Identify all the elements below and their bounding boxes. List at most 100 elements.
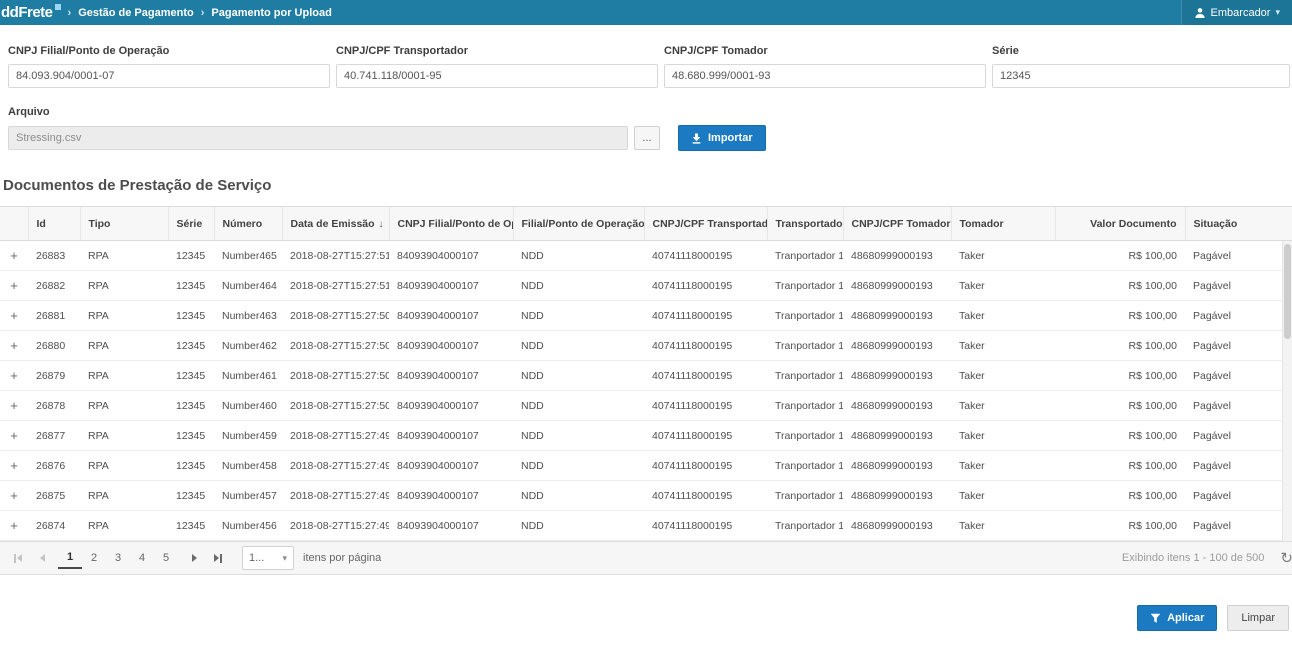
last-page-button[interactable]: [206, 546, 230, 570]
user-menu[interactable]: Embarcador ▾: [1181, 0, 1292, 25]
cell-tipo: RPA: [80, 511, 168, 541]
expand-row-icon[interactable]: +: [0, 518, 28, 533]
column-label: Tipo: [89, 218, 111, 230]
table-row: +26882RPA12345Number4642018-08-27T15:27:…: [0, 271, 1292, 301]
footer-actions: Aplicar Limpar: [0, 575, 1292, 631]
next-page-icon: [192, 554, 197, 562]
browse-file-button[interactable]: ...: [634, 126, 660, 150]
import-button[interactable]: Importar: [678, 125, 766, 151]
column-label: Situação: [1194, 218, 1238, 230]
cell-tomador: Taker: [951, 391, 1055, 421]
sort-desc-icon: ↓: [379, 219, 384, 230]
next-page-button[interactable]: [182, 546, 206, 570]
breadcrumb-gestao-de-pagamento[interactable]: Gestão de Pagamento: [78, 7, 194, 19]
cnpj-transportador-input[interactable]: [336, 64, 658, 88]
cnpj-filial-input[interactable]: [8, 64, 330, 88]
last-page-icon: [214, 554, 219, 562]
cell-situacao: Pagável: [1185, 421, 1292, 451]
clear-button[interactable]: Limpar: [1227, 605, 1289, 631]
expand-row-icon[interactable]: +: [0, 308, 28, 323]
scrollbar-thumb[interactable]: [1284, 244, 1291, 339]
cell-valor: R$ 100,00: [1055, 331, 1185, 361]
column-header-cnpj_tomador[interactable]: CNPJ/CPF Tomador: [843, 207, 951, 241]
cell-emissao: 2018-08-27T15:27:49.9: [282, 421, 389, 451]
page-button-3[interactable]: 3: [106, 546, 130, 570]
pager: 12345 1... ▾ itens por página Exibindo i…: [0, 541, 1292, 575]
expand-row-icon[interactable]: +: [0, 278, 28, 293]
column-header-tipo[interactable]: Tipo: [80, 207, 168, 241]
cell-cnpj_tomador: 48680999000193: [843, 241, 951, 271]
cell-numero: Number463: [214, 301, 282, 331]
cell-cnpj_filial: 84093904000107: [389, 511, 513, 541]
cell-transportador: Tranportador 1: [767, 301, 843, 331]
cnpj-tomador-input[interactable]: [664, 64, 986, 88]
cell-numero: Number462: [214, 331, 282, 361]
cell-cnpj_transportador: 40741118000195: [644, 481, 767, 511]
page-size-select[interactable]: 1... ▾: [242, 546, 294, 570]
filter-icon: [1150, 613, 1161, 624]
column-header-tomador[interactable]: Tomador: [951, 207, 1055, 241]
expand-row-icon[interactable]: +: [0, 398, 28, 413]
apply-button[interactable]: Aplicar: [1137, 605, 1217, 631]
column-header-filial[interactable]: Filial/Ponto de Operação: [513, 207, 644, 241]
first-page-button[interactable]: [6, 546, 30, 570]
cell-cnpj_transportador: 40741118000195: [644, 331, 767, 361]
expand-row-icon[interactable]: +: [0, 248, 28, 263]
cell-emissao: 2018-08-27T15:27:50.727: [282, 331, 389, 361]
column-header-numero[interactable]: Número: [214, 207, 282, 241]
cell-cnpj_filial: 84093904000107: [389, 421, 513, 451]
cell-cnpj_filial: 84093904000107: [389, 361, 513, 391]
breadcrumb-pagamento-por-upload[interactable]: Pagamento por Upload: [211, 7, 331, 19]
cell-situacao: Pagável: [1185, 511, 1292, 541]
cell-tomador: Taker: [951, 361, 1055, 391]
cell-cnpj_transportador: 40741118000195: [644, 301, 767, 331]
page-button-2[interactable]: 2: [82, 546, 106, 570]
page-title: Documentos de Prestação de Serviço: [3, 177, 1292, 194]
column-header-id[interactable]: Id: [28, 207, 80, 241]
cell-tomador: Taker: [951, 481, 1055, 511]
logo-mark-icon: [55, 4, 61, 10]
cell-cnpj_transportador: 40741118000195: [644, 451, 767, 481]
cell-serie: 12345: [168, 241, 214, 271]
column-header-transportador[interactable]: Transportador: [767, 207, 843, 241]
expand-row-icon[interactable]: +: [0, 338, 28, 353]
column-header-emissao[interactable]: Data de Emissão↓: [282, 207, 389, 241]
column-label: Valor Documento: [1090, 218, 1176, 230]
cell-emissao: 2018-08-27T15:27:51.257: [282, 271, 389, 301]
expand-row-icon[interactable]: +: [0, 368, 28, 383]
expand-row-icon[interactable]: +: [0, 488, 28, 503]
cell-cnpj_tomador: 48680999000193: [843, 301, 951, 331]
documents-grid: Id Tipo SérieNúmeroData de Emissão↓CNPJ Fi…: [0, 206, 1292, 541]
cell-cnpj_tomador: 48680999000193: [843, 421, 951, 451]
vertical-scrollbar[interactable]: [1282, 241, 1292, 541]
user-icon: [1194, 7, 1206, 19]
refresh-icon[interactable]: ↻: [1280, 549, 1292, 567]
cell-transportador: Tranportador 1: [767, 391, 843, 421]
expand-row-icon[interactable]: +: [0, 428, 28, 443]
cell-emissao: 2018-08-27T15:27:50.983: [282, 301, 389, 331]
page-button-4[interactable]: 4: [130, 546, 154, 570]
cell-tipo: RPA: [80, 451, 168, 481]
cell-cnpj_tomador: 48680999000193: [843, 511, 951, 541]
cell-cnpj_filial: 84093904000107: [389, 481, 513, 511]
app-logo[interactable]: ddFrete: [0, 4, 61, 21]
cell-numero: Number457: [214, 481, 282, 511]
page-button-1[interactable]: 1: [58, 547, 82, 569]
column-label: Filial/Ponto de Operação: [522, 218, 645, 230]
column-header-situacao[interactable]: Situação: [1185, 207, 1292, 241]
column-header-valor[interactable]: Valor Documento: [1055, 207, 1185, 241]
cell-cnpj_tomador: 48680999000193: [843, 391, 951, 421]
cell-valor: R$ 100,00: [1055, 481, 1185, 511]
column-header-serie[interactable]: Série: [168, 207, 214, 241]
page-button-5[interactable]: 5: [154, 546, 178, 570]
previous-page-button[interactable]: [30, 546, 54, 570]
column-header-cnpj_transportador[interactable]: CNPJ/CPF Transportador: [644, 207, 767, 241]
cell-serie: 12345: [168, 331, 214, 361]
column-label: Transportador: [776, 218, 844, 230]
expand-row-icon[interactable]: +: [0, 458, 28, 473]
column-header-cnpj_filial[interactable]: CNPJ Filial/Ponto de Operaç...: [389, 207, 513, 241]
cell-cnpj_filial: 84093904000107: [389, 301, 513, 331]
serie-input[interactable]: [992, 64, 1290, 88]
cell-cnpj_transportador: 40741118000195: [644, 511, 767, 541]
cell-serie: 12345: [168, 361, 214, 391]
